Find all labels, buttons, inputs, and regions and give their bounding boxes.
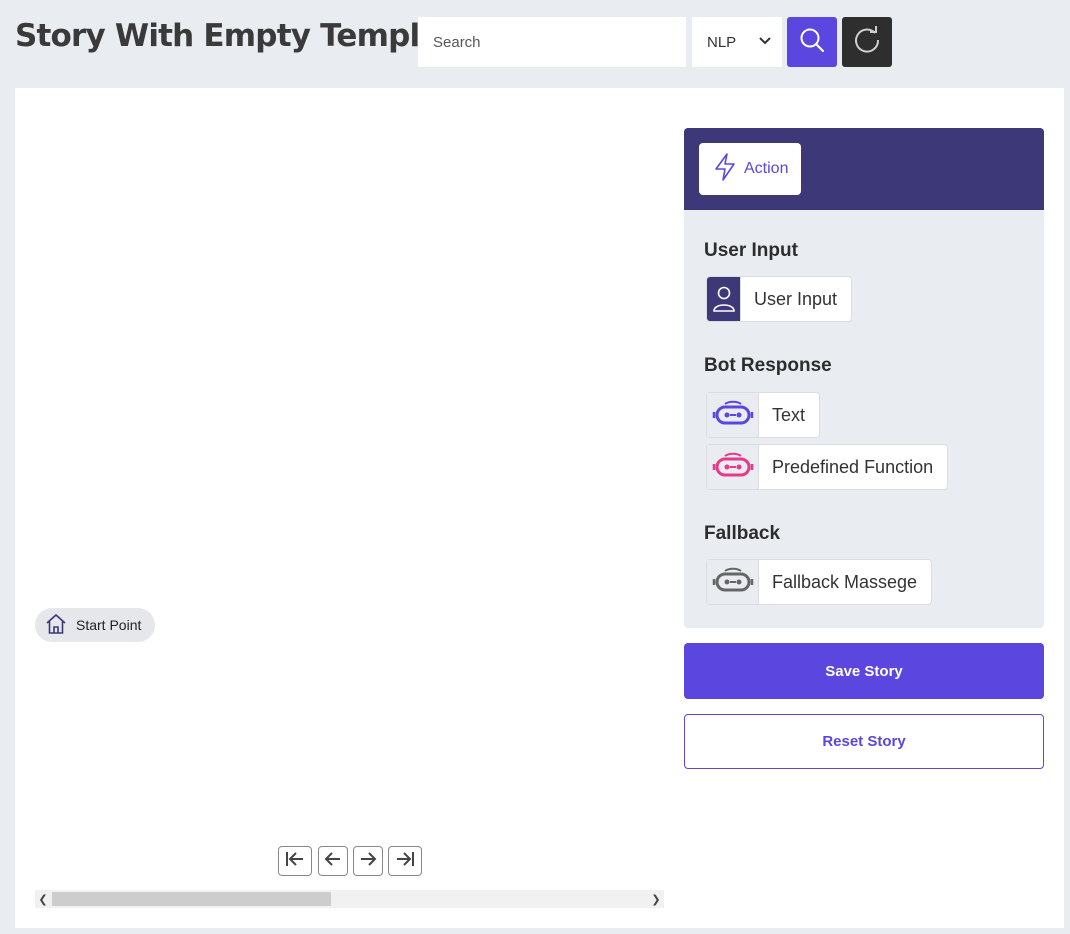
- tab-action-label: Action: [744, 160, 789, 177]
- search-input[interactable]: [418, 17, 686, 67]
- save-story-button[interactable]: Save Story: [684, 643, 1044, 699]
- reset-story-button[interactable]: Reset Story: [684, 714, 1044, 769]
- search-icon: [798, 26, 826, 58]
- section-title-fallback: Fallback: [704, 523, 781, 544]
- mode-select[interactable]: NLP: [692, 17, 782, 67]
- last-page-button[interactable]: [388, 846, 422, 876]
- chevron-down-icon: [756, 31, 774, 53]
- user-input-label: User Input: [754, 288, 838, 309]
- fallback-message-label: Fallback Massege: [772, 571, 918, 592]
- text-response-label: Text: [772, 404, 806, 425]
- user-input-item[interactable]: User Input: [706, 276, 853, 322]
- bot-icon: [707, 560, 759, 604]
- scroll-left-icon[interactable]: ❮: [35, 890, 51, 908]
- palette-header: Action: [684, 128, 1044, 210]
- section-title-bot-response: Bot Response: [704, 355, 832, 376]
- scrollbar-thumb[interactable]: [52, 892, 331, 906]
- predefined-function-item[interactable]: Predefined Function: [706, 444, 949, 490]
- user-icon: [707, 277, 741, 321]
- page-title: Story With Empty Template: [15, 18, 474, 54]
- first-page-button[interactable]: [278, 846, 312, 876]
- mode-select-value: NLP: [707, 33, 737, 51]
- scroll-right-icon[interactable]: ❯: [648, 890, 664, 908]
- lightning-icon: [712, 152, 738, 187]
- predefined-function-label: Predefined Function: [772, 456, 934, 477]
- section-title-user-input: User Input: [704, 240, 798, 261]
- horizontal-scrollbar[interactable]: ❮ ❯: [35, 890, 664, 908]
- next-page-icon: [358, 850, 378, 872]
- search-button[interactable]: [787, 17, 837, 67]
- home-icon: [44, 612, 68, 639]
- start-point-node[interactable]: Start Point: [35, 608, 156, 642]
- refresh-icon: [852, 25, 882, 59]
- fallback-message-item[interactable]: Fallback Massege: [706, 559, 933, 605]
- start-point-label: Start Point: [76, 617, 142, 633]
- bot-icon: [707, 445, 759, 489]
- prev-page-icon: [323, 850, 343, 872]
- action-palette: Action User Input User Input Bot Respons…: [684, 128, 1044, 628]
- story-canvas-panel: Start Point ❮ ❯ Action User Input User I…: [15, 88, 1064, 928]
- text-response-item[interactable]: Text: [706, 392, 821, 438]
- refresh-button[interactable]: [842, 17, 892, 67]
- last-page-icon: [394, 850, 416, 872]
- next-page-button[interactable]: [353, 846, 383, 876]
- tab-action[interactable]: Action: [699, 143, 801, 195]
- prev-page-button[interactable]: [318, 846, 348, 876]
- first-page-icon: [284, 850, 306, 872]
- bot-icon: [707, 393, 759, 437]
